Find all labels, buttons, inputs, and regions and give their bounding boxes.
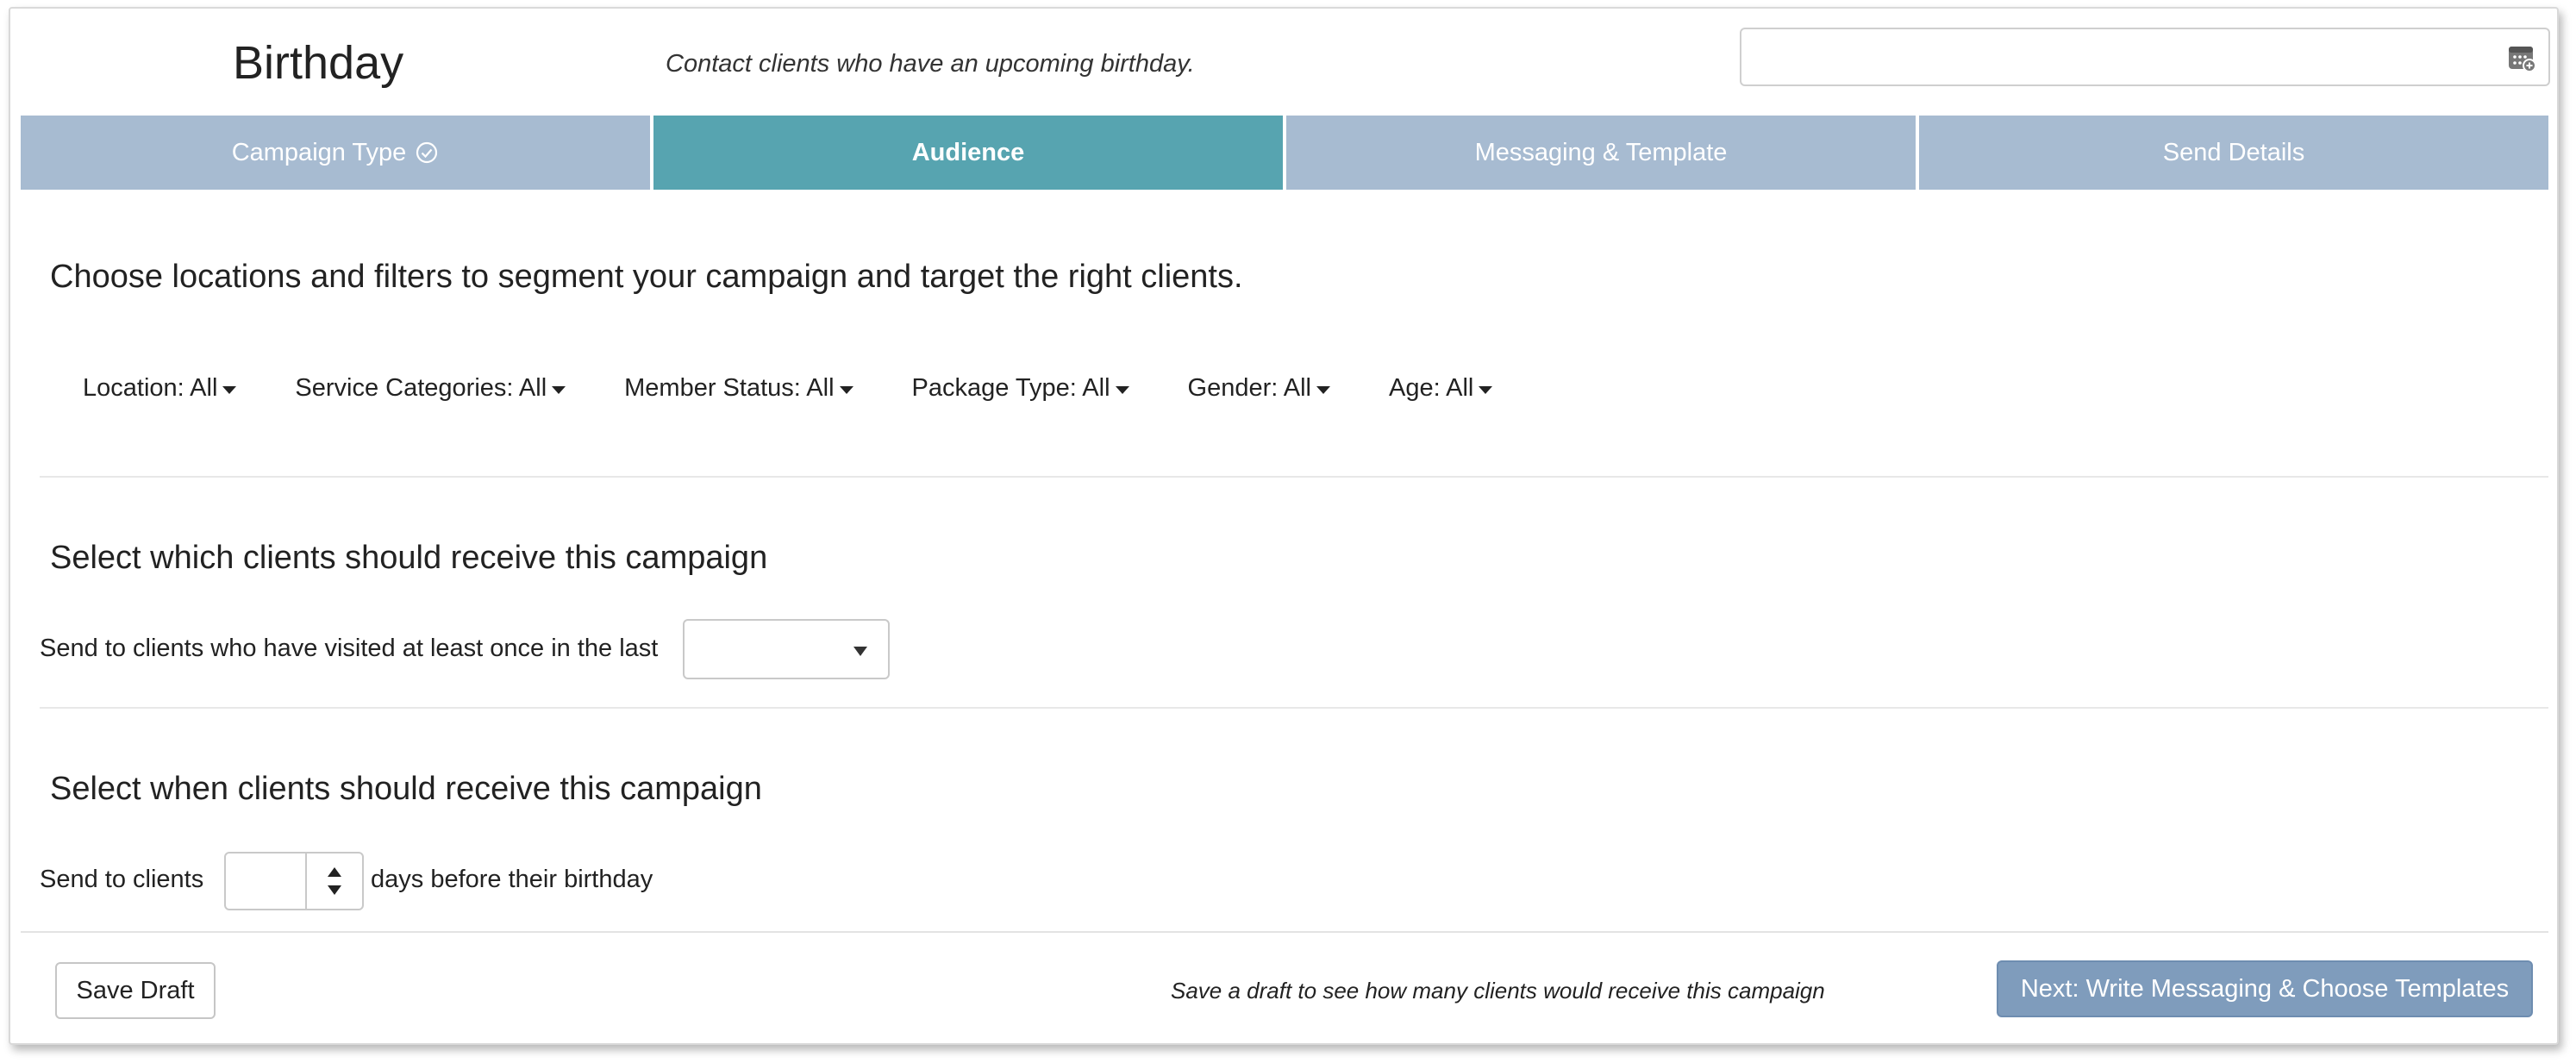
tab-label: Send Details xyxy=(2162,138,2305,166)
filter-label: Member Status: All xyxy=(624,374,835,402)
tab-label: Audience xyxy=(911,138,1025,166)
days-before-stepper[interactable] xyxy=(224,852,364,910)
timing-suffix: days before their birthday xyxy=(371,866,653,893)
section-divider xyxy=(40,707,2548,709)
save-draft-button[interactable]: Save Draft xyxy=(55,962,216,1019)
wizard-footer: Save Draft Save a draft to see how many … xyxy=(21,931,2548,1041)
visited-period-select[interactable] xyxy=(683,619,890,679)
filter-label: Gender: All xyxy=(1187,374,1312,402)
filter-label: Location: All xyxy=(83,374,218,402)
stepper-arrows xyxy=(307,854,362,909)
draft-hint: Save a draft to see how many clients wou… xyxy=(1171,978,1825,1004)
tab-label: Messaging & Template xyxy=(1474,138,1728,166)
campaign-wizard-panel: Birthday Contact clients who have an upc… xyxy=(9,7,2559,1045)
decrement-arrow-icon[interactable] xyxy=(328,885,341,895)
filter-member-status[interactable]: Member Status: All xyxy=(624,374,853,403)
caret-down-icon xyxy=(222,386,237,394)
next-step-button[interactable]: Next: Write Messaging & Choose Templates xyxy=(1997,960,2533,1017)
tab-send-details[interactable]: Send Details xyxy=(1919,116,2548,190)
filter-label: Age: All xyxy=(1389,374,1474,402)
section-divider xyxy=(40,476,2548,478)
check-circle-icon xyxy=(416,141,438,164)
caret-down-icon xyxy=(1115,386,1129,394)
filter-age[interactable]: Age: All xyxy=(1389,374,1493,403)
caret-down-icon xyxy=(1316,386,1331,394)
filter-gender[interactable]: Gender: All xyxy=(1187,374,1331,403)
calendar-icon[interactable] xyxy=(2507,43,2536,72)
increment-arrow-icon[interactable] xyxy=(328,867,341,877)
filter-service-categories[interactable]: Service Categories: All xyxy=(295,374,566,403)
tab-campaign-type[interactable]: Campaign Type xyxy=(21,116,650,190)
filter-label: Package Type: All xyxy=(911,374,1110,402)
filter-package-type[interactable]: Package Type: All xyxy=(912,374,1129,403)
tab-audience[interactable]: Audience xyxy=(653,116,1283,190)
caret-down-icon xyxy=(853,647,867,656)
filter-bar: Location: All Service Categories: All Me… xyxy=(83,374,1551,403)
timing-prefix: Send to clients xyxy=(40,866,204,893)
caret-down-icon xyxy=(839,386,853,394)
filter-label: Service Categories: All xyxy=(295,374,547,402)
filter-location[interactable]: Location: All xyxy=(83,374,237,403)
tab-label: Campaign Type xyxy=(231,138,407,166)
days-before-input[interactable] xyxy=(226,854,307,909)
recipients-heading: Select which clients should receive this… xyxy=(50,540,768,576)
date-field[interactable] xyxy=(1740,28,2550,86)
page-title: Birthday xyxy=(233,37,404,89)
caret-down-icon xyxy=(1479,386,1493,394)
wizard-tabs: Campaign Type Audience Messaging & Templ… xyxy=(21,116,2548,190)
tab-messaging-template[interactable]: Messaging & Template xyxy=(1286,116,1916,190)
timing-heading: Select when clients should receive this … xyxy=(50,771,762,807)
caret-down-icon xyxy=(552,386,566,394)
audience-intro: Choose locations and filters to segment … xyxy=(50,259,1243,295)
page-description: Contact clients who have an upcoming bir… xyxy=(666,50,1195,78)
visited-label: Send to clients who have visited at leas… xyxy=(40,635,659,662)
